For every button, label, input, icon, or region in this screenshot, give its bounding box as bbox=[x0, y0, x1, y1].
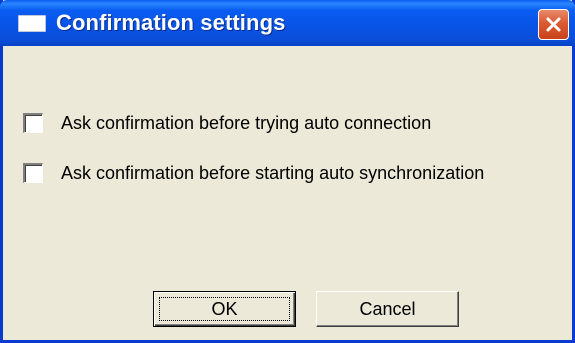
window-icon bbox=[18, 15, 46, 32]
auto-synchronization-checkbox[interactable] bbox=[23, 163, 43, 183]
focus-rectangle bbox=[159, 297, 290, 321]
close-button[interactable] bbox=[538, 9, 569, 40]
auto-connection-checkbox[interactable] bbox=[23, 113, 43, 133]
cancel-button[interactable]: Cancel bbox=[316, 291, 459, 327]
dialog-body: Ask confirmation before trying auto conn… bbox=[3, 43, 572, 340]
dialog-title: Confirmation settings bbox=[56, 10, 286, 35]
auto-synchronization-label[interactable]: Ask confirmation before starting auto sy… bbox=[61, 163, 484, 184]
title-bar[interactable]: Confirmation settings bbox=[0, 0, 575, 46]
ok-button[interactable]: OK bbox=[153, 291, 296, 327]
option-auto-synchronization[interactable]: Ask confirmation before starting auto sy… bbox=[23, 161, 484, 185]
auto-connection-label[interactable]: Ask confirmation before trying auto conn… bbox=[61, 113, 431, 134]
option-auto-connection[interactable]: Ask confirmation before trying auto conn… bbox=[23, 111, 431, 135]
cancel-button-label: Cancel bbox=[359, 298, 416, 319]
confirmation-settings-dialog: Confirmation settings Ask confirmation b… bbox=[0, 0, 575, 343]
close-icon bbox=[546, 17, 561, 32]
